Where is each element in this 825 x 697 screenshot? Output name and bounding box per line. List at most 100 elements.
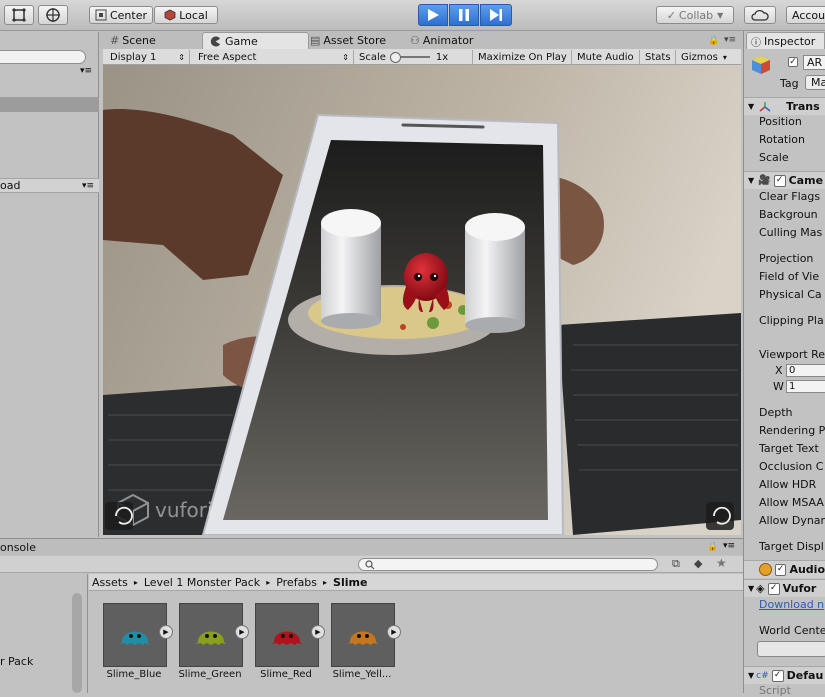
- default-component-header[interactable]: ▼ c# ✓ Defau: [744, 666, 825, 684]
- scale-slider[interactable]: Scale 1x: [355, 50, 473, 64]
- camera-field-label: Viewport Re: [759, 348, 825, 361]
- step-icon: [490, 9, 502, 21]
- active-checkbox[interactable]: ✓: [788, 57, 798, 67]
- asset-thumbnail-slime-red[interactable]: [255, 603, 319, 667]
- slime-blue-icon: [104, 631, 166, 669]
- pivot-center-button[interactable]: Center: [89, 6, 153, 24]
- world-center-dropdown[interactable]: [757, 641, 825, 657]
- display-dropdown[interactable]: Display 1 ⇕: [106, 50, 190, 64]
- tab-scene[interactable]: # Scene: [110, 32, 200, 49]
- breadcrumb-separator-icon: ▸: [133, 577, 138, 587]
- chevron-down-icon: ▾: [722, 52, 727, 62]
- tab-console-label[interactable]: onsole: [0, 541, 36, 554]
- tag-label: Tag: [780, 77, 799, 90]
- viewport-x-field[interactable]: 0: [786, 364, 825, 377]
- rect-tool-button[interactable]: [4, 5, 34, 25]
- panel-menu-icon[interactable]: ▾≡: [724, 35, 736, 45]
- tab-inspector[interactable]: ⓘ Inspector: [746, 32, 825, 49]
- vuforia-component-header[interactable]: ▼ ◈ ✓ Vufor: [744, 579, 825, 597]
- tab-game[interactable]: Game: [202, 32, 309, 50]
- mute-audio-toggle[interactable]: Mute Audio: [573, 50, 640, 64]
- camera-component-header[interactable]: ▼ 🎥 ✓ Came: [744, 171, 825, 189]
- lock-icon[interactable]: 🔒: [707, 542, 718, 552]
- hierarchy-search-field[interactable]: [0, 50, 86, 64]
- asset-thumbnail-slime-yellow[interactable]: [331, 603, 395, 667]
- slime-eye: [213, 634, 217, 638]
- breadcrumb-separator-icon: ▸: [266, 577, 271, 587]
- stats-toggle[interactable]: Stats: [641, 50, 676, 64]
- default-enabled-checkbox[interactable]: ✓: [771, 669, 784, 682]
- expand-prefab-button[interactable]: ▶: [387, 625, 401, 639]
- slider-thumb[interactable]: [389, 52, 401, 63]
- slime-thumbnail-graphic: [348, 631, 378, 645]
- center-label: Center: [109, 8, 148, 22]
- tab-asset-store[interactable]: ▤ Asset Store: [310, 32, 405, 49]
- maximize-label: Maximize On Play: [478, 51, 567, 63]
- pivot-local-button[interactable]: Local: [154, 6, 218, 24]
- expand-prefab-button[interactable]: ▶: [235, 625, 249, 639]
- asset-thumbnail-slime-green[interactable]: [179, 603, 243, 667]
- transform-tool-button[interactable]: [38, 5, 68, 25]
- camera-field-label: Clipping Pla: [759, 314, 824, 327]
- gizmos-dropdown[interactable]: Gizmos ▾: [677, 50, 741, 64]
- slime-body: [348, 631, 378, 645]
- foldout-icon: ▼: [748, 102, 755, 111]
- camera-enabled-checkbox[interactable]: ✓: [773, 174, 786, 187]
- camera-field-label: Target Displ: [759, 540, 824, 553]
- game-view-camera-feed[interactable]: vuforia: [103, 65, 741, 535]
- selected-row[interactable]: [0, 97, 99, 112]
- breadcrumb-prefabs[interactable]: Prefabs: [276, 576, 317, 589]
- asset-thumbnail-slime-blue[interactable]: [103, 603, 167, 667]
- camera-switch-left-button[interactable]: [105, 502, 133, 530]
- vuforia-enabled-checkbox[interactable]: ✓: [767, 582, 780, 595]
- aspect-dropdown[interactable]: Free Aspect ⇕: [194, 50, 354, 64]
- favorite-star-icon[interactable]: ★: [716, 556, 727, 570]
- hierarchy-menu-icon[interactable]: ▾≡: [80, 66, 94, 78]
- viewport-w-field[interactable]: 1: [786, 380, 825, 393]
- filter-label-icon[interactable]: ◆: [694, 557, 702, 570]
- slime-thumbnail-graphic: [120, 631, 150, 645]
- slime-body: [196, 631, 226, 645]
- asset-label-slime-red: Slime_Red: [260, 669, 312, 680]
- expand-prefab-button[interactable]: ▶: [311, 625, 325, 639]
- foldout-icon: ▼: [748, 584, 755, 593]
- asset-label-slime-blue: Slime_Blue: [106, 669, 162, 680]
- slime-eye: [365, 634, 369, 638]
- transform-component-header[interactable]: ▼ Trans: [744, 97, 825, 115]
- cloud-button[interactable]: [744, 6, 776, 24]
- folder-tree-scrollbar[interactable]: [72, 593, 82, 693]
- breadcrumb-monster-pack[interactable]: Level 1 Monster Pack: [144, 576, 260, 589]
- camera-field-label: Allow MSAA: [759, 496, 824, 509]
- audio-listener-icon: [759, 563, 772, 576]
- expand-prefab-button[interactable]: ▶: [159, 625, 173, 639]
- step-button[interactable]: [480, 4, 512, 26]
- panel-menu-icon[interactable]: ▾≡: [723, 541, 735, 551]
- slider-track[interactable]: [389, 52, 430, 63]
- filter-type-icon[interactable]: ⧉: [672, 557, 680, 571]
- object-name-field[interactable]: AR: [803, 55, 825, 70]
- download-link[interactable]: Download n: [759, 598, 824, 611]
- audio-component-header[interactable]: ✓ Audio: [744, 560, 825, 578]
- maximize-on-play-toggle[interactable]: Maximize On Play: [474, 50, 572, 64]
- play-button[interactable]: [418, 4, 448, 26]
- breadcrumb-assets[interactable]: Assets: [92, 576, 128, 589]
- audio-enabled-checkbox[interactable]: ✓: [774, 563, 787, 576]
- collab-dropdown[interactable]: ✓ Collab ▼: [656, 6, 734, 24]
- scene-menu-icon[interactable]: ▾≡: [82, 181, 94, 191]
- account-dropdown[interactable]: Accou: [786, 6, 825, 24]
- project-search-input[interactable]: [358, 558, 658, 571]
- folder-item-label[interactable]: r Pack: [0, 655, 33, 668]
- script-label: Script: [759, 684, 791, 697]
- lock-icon[interactable]: 🔒: [708, 36, 719, 46]
- pause-button[interactable]: [449, 4, 479, 26]
- slime-eye: [129, 634, 133, 638]
- scene-header-row[interactable]: oad ▾≡: [0, 178, 99, 193]
- tag-dropdown[interactable]: Ma: [805, 75, 825, 90]
- info-icon: ⓘ: [751, 37, 761, 49]
- breadcrumb-slime[interactable]: Slime: [333, 576, 367, 589]
- slime-eye: [137, 634, 141, 638]
- camera-switch-right-button[interactable]: [706, 502, 734, 530]
- tab-animator[interactable]: ⚇ Animator: [410, 32, 500, 49]
- chevron-down-icon: ▼: [717, 10, 724, 20]
- slime-eye: [289, 634, 293, 638]
